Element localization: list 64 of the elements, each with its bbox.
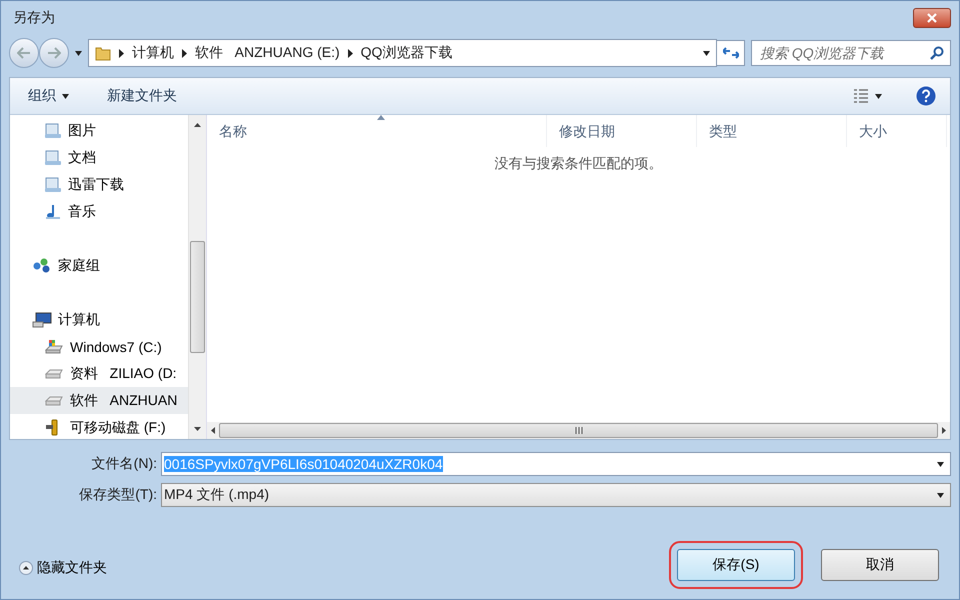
column-header[interactable]: 修改日期 xyxy=(547,115,697,147)
column-header[interactable]: 大小 xyxy=(847,115,947,147)
breadcrumb-arrow-icon xyxy=(182,48,187,58)
sort-arrow-icon xyxy=(376,115,384,120)
file-type-label: 保存类型(T): xyxy=(78,486,158,504)
dropdown-icon xyxy=(937,492,944,498)
grip-icon xyxy=(574,427,582,434)
breadcrumb-item[interactable]: 软件 ANZHUANG (E:) xyxy=(195,44,340,62)
nav-item[interactable]: 图片 xyxy=(10,117,188,144)
system-drive-icon xyxy=(44,338,64,354)
refresh-button[interactable] xyxy=(717,40,745,66)
nav-item[interactable]: 文档 xyxy=(10,144,188,171)
column-header[interactable]: 类型 xyxy=(697,115,847,147)
hide-folders-toggle[interactable]: 隐藏文件夹 xyxy=(19,559,107,577)
library-folder-icon xyxy=(44,122,62,138)
breadcrumb-item[interactable]: 计算机 xyxy=(132,44,174,62)
left-arrow-icon xyxy=(17,47,31,59)
breadcrumb-item[interactable]: QQ浏览器下载 xyxy=(360,44,452,62)
breadcrumb-arrow-icon xyxy=(119,48,124,58)
nav-item[interactable]: Windows7 (C:) xyxy=(10,333,188,360)
history-dropdown-icon xyxy=(75,50,82,56)
cancel-button[interactable]: 取消 xyxy=(821,549,939,581)
scroll-up-icon xyxy=(194,123,201,127)
scroll-right-icon xyxy=(942,427,946,434)
dropdown-icon xyxy=(62,94,69,98)
library-folder-icon xyxy=(44,150,62,166)
collapse-icon xyxy=(19,561,33,575)
details-view-icon xyxy=(853,89,869,103)
organize-menu[interactable]: 组织 xyxy=(24,85,73,107)
nav-item[interactable]: 资料 ZILIAO (D: xyxy=(10,360,188,387)
drive-icon xyxy=(44,394,64,406)
library-folder-icon xyxy=(44,176,62,192)
computer-icon xyxy=(32,312,52,328)
new-folder-button[interactable]: 新建文件夹 xyxy=(103,85,181,107)
dropdown-icon xyxy=(875,94,882,98)
nav-item[interactable]: 计算机 xyxy=(10,306,188,333)
refresh-arrows-icon xyxy=(722,47,738,59)
nav-item[interactable]: 音乐 xyxy=(10,198,188,225)
column-header[interactable]: 名称 xyxy=(207,115,547,147)
close-icon xyxy=(927,13,937,23)
help-icon[interactable] xyxy=(916,86,936,106)
scroll-left-icon xyxy=(211,427,215,434)
address-dropdown-icon xyxy=(703,50,710,56)
right-arrow-icon xyxy=(47,47,61,59)
dropdown-icon xyxy=(937,462,944,466)
file-type-dropdown[interactable]: MP4 文件 (.mp4) xyxy=(161,483,951,507)
empty-message: 没有与搜索条件匹配的项。 xyxy=(494,155,662,171)
scroll-down-icon xyxy=(194,427,201,431)
search-field[interactable]: 搜索 QQ浏览器下载 xyxy=(751,40,951,66)
nav-item[interactable]: 家庭组 xyxy=(10,252,188,279)
address-bar[interactable]: 计算机 软件 ANZHUANG (E:) QQ浏览器下载 xyxy=(88,39,717,67)
nav-item[interactable]: 软件 ANZHUAN xyxy=(10,387,188,414)
close-button[interactable] xyxy=(913,8,951,28)
drive-icon xyxy=(44,368,64,380)
nav-item[interactable]: 可移动磁盘 (F:) xyxy=(10,414,188,439)
folder-icon xyxy=(95,45,111,61)
homegroup-icon xyxy=(32,258,52,274)
search-icon xyxy=(930,46,944,60)
music-note-icon xyxy=(44,204,62,220)
filename-label: 文件名(N): xyxy=(90,455,158,473)
vertical-scrollbar[interactable] xyxy=(188,115,206,439)
breadcrumb-arrow-icon xyxy=(348,48,353,58)
nav-item[interactable]: 迅雷下载 xyxy=(10,171,188,198)
window-title: 另存为 xyxy=(13,9,55,27)
